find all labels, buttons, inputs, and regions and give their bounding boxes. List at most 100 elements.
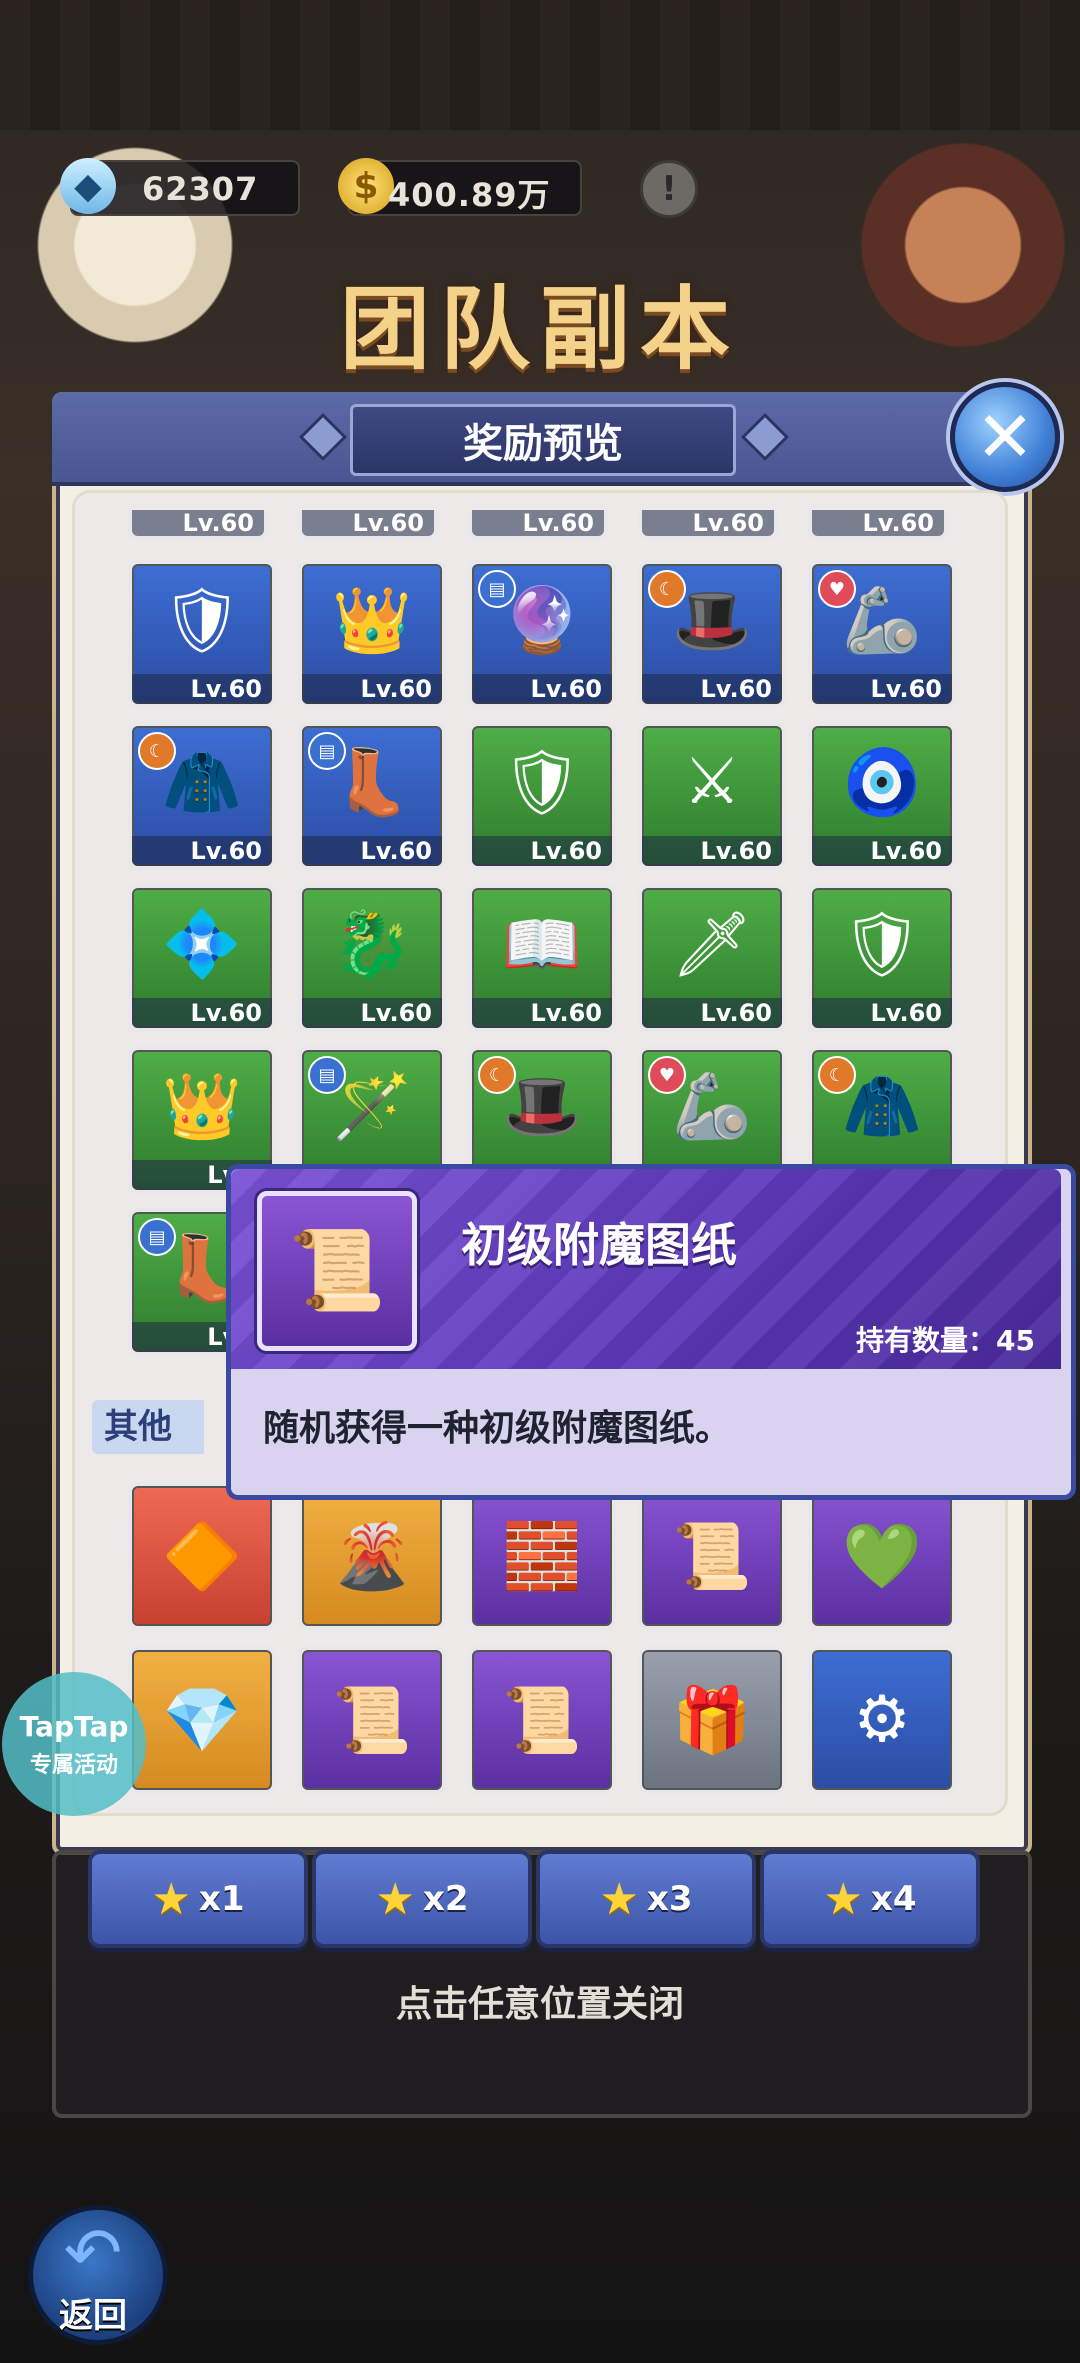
star-tab-3[interactable]: ★ x3 bbox=[536, 1850, 756, 1948]
other-item-icon: 📜 bbox=[502, 1683, 582, 1758]
equipment-item[interactable]: 🛡 Lv.60 bbox=[468, 722, 616, 870]
other-item-icon: 🌋 bbox=[332, 1519, 412, 1594]
other-item[interactable]: 🎁 bbox=[638, 1646, 786, 1794]
star-icon: ★ bbox=[823, 1873, 863, 1925]
other-item-icon: 🔶 bbox=[162, 1519, 242, 1594]
tooltip-header: 📜 初级附魔图纸 持有数量：45 bbox=[231, 1169, 1061, 1369]
item-level: Lv.60 bbox=[132, 998, 272, 1028]
equipment-item[interactable]: 🗡 Lv.60 bbox=[638, 884, 786, 1032]
item-level: Lv.60 bbox=[302, 998, 442, 1028]
star-tab-1[interactable]: ★ x1 bbox=[88, 1850, 308, 1948]
coin-icon: $ bbox=[338, 158, 394, 214]
tooltip-item-name: 初级附魔图纸 bbox=[461, 1218, 737, 1272]
equipment-item[interactable]: 📖 Lv.60 bbox=[468, 884, 616, 1032]
book-badge-icon: ▤ bbox=[478, 570, 516, 608]
equipment-item[interactable]: 👢 ▤ Lv.60 bbox=[298, 722, 446, 870]
other-item-icon: 💚 bbox=[842, 1519, 922, 1594]
moon-badge-icon: ☾ bbox=[138, 732, 176, 770]
equipment-icon: 🛡 bbox=[501, 745, 583, 820]
star-tab-2[interactable]: ★ x2 bbox=[312, 1850, 532, 1948]
star-icon: ★ bbox=[599, 1873, 639, 1925]
book-badge-icon: ▤ bbox=[308, 1056, 346, 1094]
equipment-item[interactable]: 🐉 Lv.60 bbox=[298, 884, 446, 1032]
close-button[interactable]: ✕ bbox=[950, 382, 1060, 492]
item-level: Lv.60 bbox=[472, 674, 612, 704]
heart-badge-icon: ♥ bbox=[818, 570, 856, 608]
tooltip-quantity: 持有数量：45 bbox=[856, 1324, 1035, 1357]
other-item-icon: 🎁 bbox=[672, 1683, 752, 1758]
item-level: Lv.60 bbox=[472, 998, 612, 1028]
book-badge-icon: ▤ bbox=[308, 732, 346, 770]
partial-item: Lv.60 bbox=[128, 510, 268, 540]
equipment-icon: 📖 bbox=[502, 907, 582, 982]
item-level: Lv.60 bbox=[642, 998, 782, 1028]
equipment-item[interactable]: 🎩 ☾ Lv.60 bbox=[638, 560, 786, 708]
equipment-icon: 🐉 bbox=[332, 907, 412, 982]
partial-item: Lv.60 bbox=[468, 510, 608, 540]
equipment-icon: 🛡 bbox=[841, 907, 923, 982]
raid-title: 团队副本 bbox=[340, 277, 740, 382]
gem-counter[interactable]: ◆ 62307 bbox=[60, 158, 300, 216]
other-item-icon: 🧱 bbox=[502, 1519, 582, 1594]
other-item[interactable]: 🌋 bbox=[298, 1482, 446, 1630]
back-button-label: 返回 bbox=[59, 2296, 127, 2336]
taptap-event-bubble[interactable]: TapTap 专属活动 bbox=[2, 1672, 146, 1816]
partial-item: Lv.60 bbox=[638, 510, 778, 540]
equipment-item[interactable]: 🔮 ▤ Lv.60 bbox=[468, 560, 616, 708]
star-tab-4[interactable]: ★ x4 bbox=[760, 1850, 980, 1948]
gold-counter[interactable]: $ 400.89万 bbox=[338, 158, 582, 216]
item-level: Lv.60 bbox=[302, 836, 442, 866]
star-multiplier: x4 bbox=[870, 1879, 917, 1919]
item-level: Lv.60 bbox=[812, 674, 952, 704]
close-hint-text: 点击任意位置关闭 bbox=[395, 1984, 684, 2025]
tooltip-description: 随机获得一种初级附魔图纸。 bbox=[263, 1408, 732, 1449]
other-item-icon: 📜 bbox=[672, 1519, 752, 1594]
equipment-icon: 🛡 bbox=[161, 583, 243, 658]
other-item[interactable]: 📜 bbox=[638, 1482, 786, 1630]
other-item-icon: ⚙ bbox=[853, 1683, 911, 1757]
item-level: Lv.60 bbox=[472, 836, 612, 866]
star-icon: ★ bbox=[375, 1873, 415, 1925]
equipment-icon: 👑 bbox=[162, 1069, 242, 1144]
item-level: Lv.60 bbox=[132, 836, 272, 866]
item-tooltip: 📜 初级附魔图纸 持有数量：45 随机获得一种初级附魔图纸。 bbox=[226, 1164, 1076, 1500]
item-level: Lv.60 bbox=[642, 836, 782, 866]
back-arrow-icon: ↶ bbox=[63, 2212, 123, 2294]
other-item[interactable]: 📜 bbox=[468, 1646, 616, 1794]
other-item[interactable]: ⚙ bbox=[808, 1646, 956, 1794]
other-item[interactable]: 📜 bbox=[298, 1646, 446, 1794]
star-multiplier: x1 bbox=[198, 1879, 245, 1919]
moon-badge-icon: ☾ bbox=[648, 570, 686, 608]
info-button[interactable]: ! bbox=[640, 160, 698, 218]
other-item[interactable]: 💎 bbox=[128, 1646, 276, 1794]
heart-badge-icon: ♥ bbox=[648, 1056, 686, 1094]
equipment-item[interactable]: 👑 Lv.60 bbox=[298, 560, 446, 708]
other-item[interactable]: 🧱 bbox=[468, 1482, 616, 1630]
partial-item: Lv.60 bbox=[298, 510, 438, 540]
equipment-item[interactable]: 🧥 ☾ Lv.60 bbox=[128, 722, 276, 870]
star-multiplier: x2 bbox=[422, 1879, 469, 1919]
other-item[interactable]: 💚 bbox=[808, 1482, 956, 1630]
section-others-tab: 其他 bbox=[92, 1400, 204, 1454]
equipment-icon: 👑 bbox=[332, 583, 412, 658]
equipment-icon: 🧿 bbox=[842, 745, 922, 820]
other-item-icon: 📜 bbox=[332, 1683, 412, 1758]
moon-badge-icon: ☾ bbox=[818, 1056, 856, 1094]
other-item-icon: 💎 bbox=[162, 1683, 242, 1758]
equipment-item[interactable]: 🦾 ♥ Lv.60 bbox=[808, 560, 956, 708]
gem-amount: 62307 bbox=[142, 170, 259, 208]
equipment-item[interactable]: 💠 Lv.60 bbox=[128, 884, 276, 1032]
item-level: Lv.60 bbox=[812, 998, 952, 1028]
equipment-icon: 💠 bbox=[162, 907, 242, 982]
equipment-item[interactable]: 🛡 Lv.60 bbox=[128, 560, 276, 708]
gold-amount: 400.89万 bbox=[388, 176, 551, 214]
enchant-scroll-icon: 📜 bbox=[257, 1191, 417, 1351]
equipment-item[interactable]: ⚔ Lv.60 bbox=[638, 722, 786, 870]
gem-icon: ◆ bbox=[60, 158, 116, 214]
equipment-item[interactable]: 🧿 Lv.60 bbox=[808, 722, 956, 870]
equipment-item[interactable]: 🛡 Lv.60 bbox=[808, 884, 956, 1032]
moon-badge-icon: ☾ bbox=[478, 1056, 516, 1094]
other-item[interactable]: 🔶 bbox=[128, 1482, 276, 1630]
item-level: Lv.60 bbox=[132, 674, 272, 704]
item-level: Lv.60 bbox=[812, 836, 952, 866]
